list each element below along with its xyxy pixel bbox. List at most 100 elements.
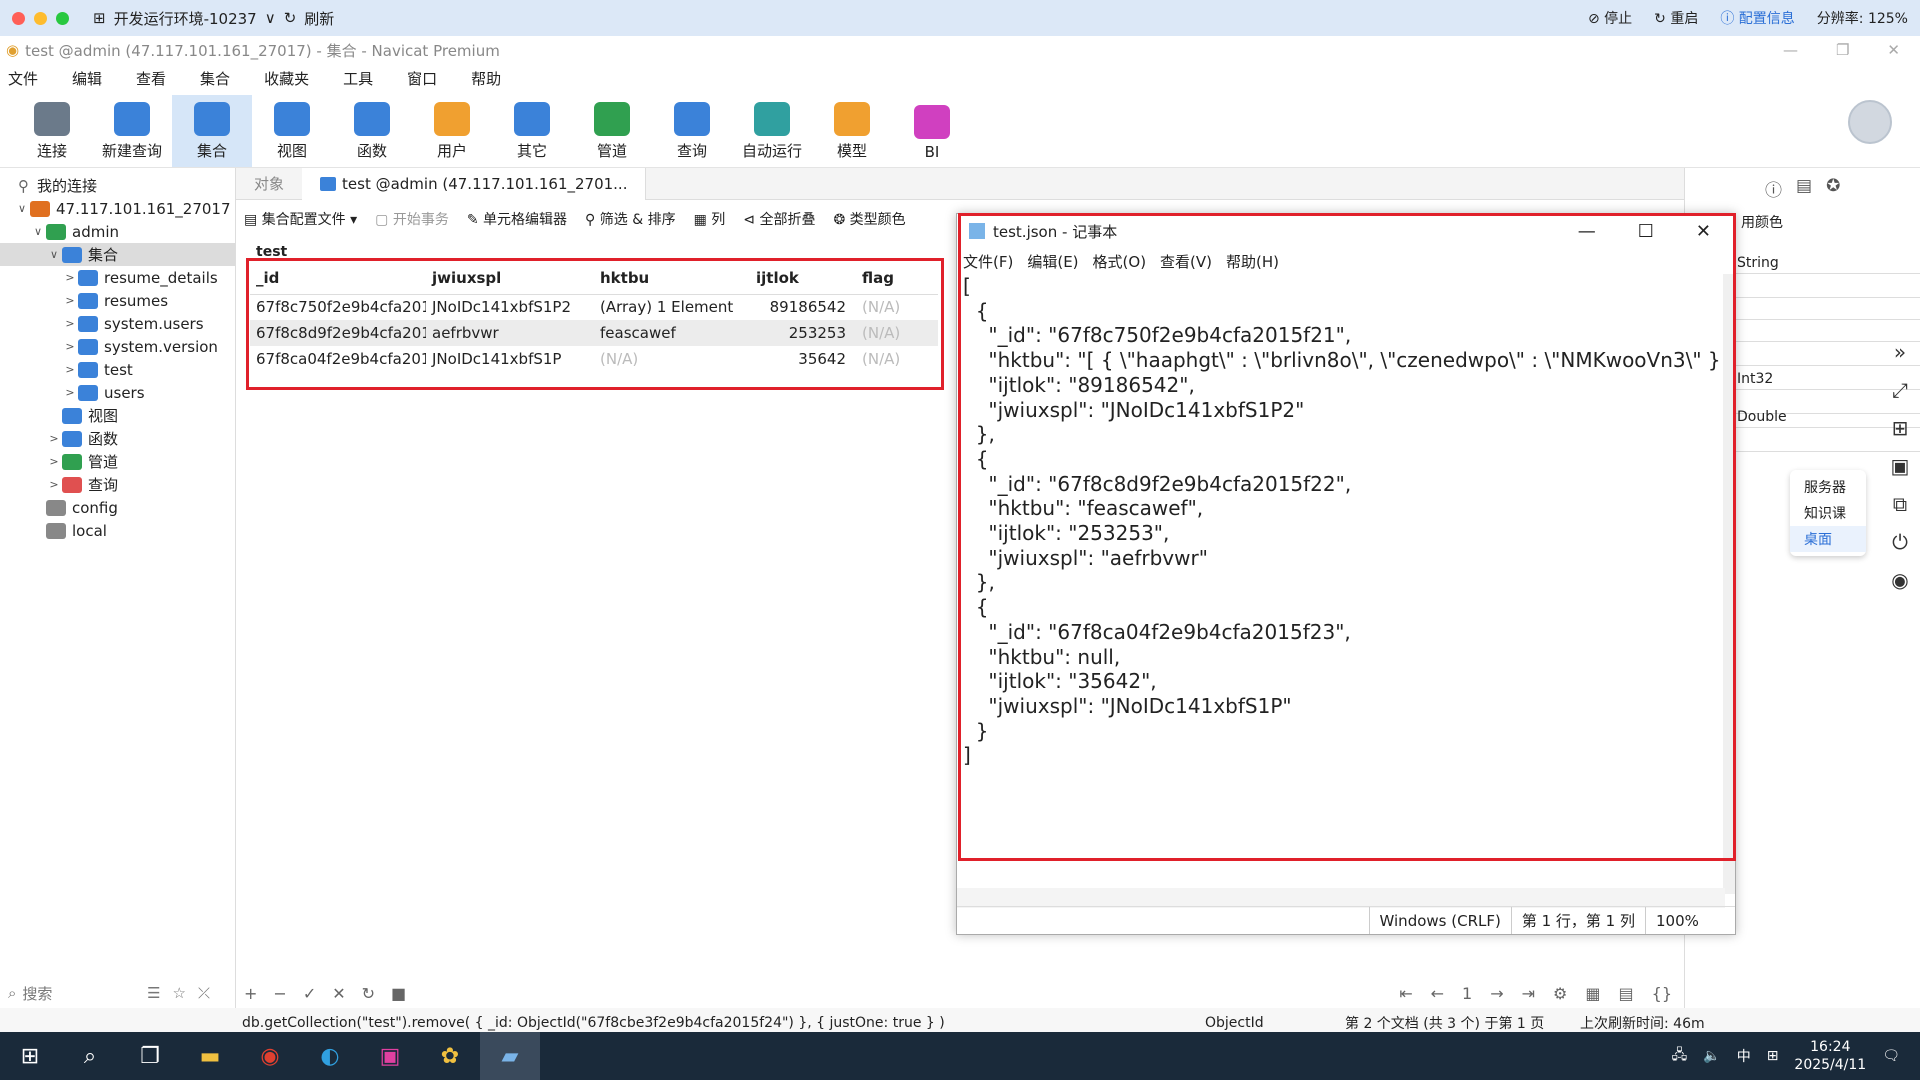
fullscreen-icon[interactable]: ⤢ — [1892, 378, 1908, 402]
maximize-dot-icon[interactable] — [56, 11, 69, 25]
toolbar-button[interactable]: 函数 — [332, 95, 412, 167]
settings-icon[interactable]: ⚙ — [1553, 984, 1567, 1003]
share-icon[interactable]: ✪ — [1826, 176, 1840, 201]
chevron-icon[interactable]: ∨ — [46, 248, 62, 261]
page-number[interactable]: 1 — [1462, 984, 1472, 1003]
user-avatar[interactable] — [1848, 100, 1892, 144]
next-page-icon[interactable]: → — [1490, 984, 1503, 1003]
refresh-icon[interactable]: ↻ — [284, 9, 297, 27]
collapse-icon[interactable]: ⤫ — [198, 984, 210, 1002]
config-info-button[interactable]: ⓘ 配置信息 — [1720, 8, 1794, 28]
tree-node[interactable]: ∨ 47.117.101.161_27017 — [0, 197, 235, 220]
minimize-icon[interactable]: — — [1783, 41, 1798, 59]
resolution-dropdown[interactable]: 分辨率: 125% — [1817, 8, 1908, 28]
env-selector[interactable]: ⊞ 开发运行环境-10237 ∨ ↻ 刷新 — [93, 8, 334, 29]
toolbar-button[interactable]: BI — [892, 95, 972, 167]
type-color-button[interactable]: ❂ 类型颜色 — [833, 209, 905, 229]
tab-objects[interactable]: 对象 — [236, 168, 302, 200]
ddl-icon[interactable]: ▤ — [1796, 176, 1812, 201]
file-explorer-icon[interactable]: ▬ — [180, 1032, 240, 1080]
tree-node[interactable]: > users — [0, 381, 235, 404]
tree-node[interactable]: > resumes — [0, 289, 235, 312]
tree-node[interactable]: > system.version — [0, 335, 235, 358]
edge-icon[interactable]: ◐ — [300, 1032, 360, 1080]
star-icon[interactable]: ☆ — [173, 984, 186, 1002]
navicat-icon[interactable]: ✿ — [420, 1032, 480, 1080]
toolbar-button[interactable]: 管道 — [572, 95, 652, 167]
toolbar-button[interactable]: 用户 — [412, 95, 492, 167]
notepad-taskbar-icon[interactable]: ▰ — [480, 1032, 540, 1080]
notepad-menu-item[interactable]: 文件(F) — [963, 251, 1013, 272]
remove-icon[interactable]: − — [273, 984, 286, 1003]
form-view-icon[interactable]: ▤ — [1619, 984, 1634, 1003]
tree-node[interactable]: config — [0, 496, 235, 519]
menu-item[interactable]: 帮助 — [471, 68, 501, 89]
menu-item[interactable]: 集合 — [200, 68, 230, 89]
tree-node[interactable]: > system.users — [0, 312, 235, 335]
collection-config-button[interactable]: ▤ 集合配置文件 ▾ — [244, 209, 357, 229]
eye-icon[interactable]: ◉ — [1891, 568, 1908, 592]
minimize-dot-icon[interactable] — [34, 11, 47, 25]
close-dot-icon[interactable] — [12, 11, 25, 25]
refresh-button[interactable]: 刷新 — [304, 8, 334, 29]
json-view-icon[interactable]: {} — [1652, 984, 1672, 1003]
toolbar-button[interactable]: 其它 — [492, 95, 572, 167]
begin-transaction-button[interactable]: ▢ 开始事务 — [375, 209, 449, 229]
notepad-menu-item[interactable]: 查看(V) — [1160, 251, 1212, 272]
notepad-menu-item[interactable]: 格式(O) — [1093, 251, 1147, 272]
toolbar-button[interactable]: 视图 — [252, 95, 332, 167]
expand-icon[interactable]: » — [1894, 340, 1906, 364]
menu-item-desktop[interactable]: 桌面 — [1790, 526, 1866, 552]
add-icon[interactable]: + — [244, 984, 257, 1003]
toolbar-button[interactable]: 新建查询 — [92, 95, 172, 167]
intellij-icon[interactable]: ▣ — [360, 1032, 420, 1080]
notepad-menu-item[interactable]: 帮助(H) — [1226, 251, 1279, 272]
toolbar-button[interactable]: 查询 — [652, 95, 732, 167]
volume-icon[interactable]: 🔈 — [1703, 1048, 1720, 1064]
tree-node[interactable]: local — [0, 519, 235, 542]
tree-node[interactable]: > test — [0, 358, 235, 381]
notification-icon[interactable]: 🗨 — [1882, 1048, 1900, 1064]
notepad-text-area[interactable]: [ { "_id": "67f8c750f2e9b4cfa2015f21", "… — [957, 274, 1725, 888]
chrome-icon[interactable]: ◉ — [240, 1032, 300, 1080]
tree-node[interactable]: > 查询 — [0, 473, 235, 496]
network-icon[interactable]: 🖧 — [1672, 1044, 1688, 1068]
tree-node[interactable]: ∨ 集合 — [0, 243, 235, 266]
tree-node[interactable]: > 管道 — [0, 450, 235, 473]
chevron-icon[interactable]: > — [46, 455, 62, 468]
chevron-icon[interactable]: > — [62, 271, 78, 284]
close-icon[interactable]: ✕ — [1887, 41, 1900, 59]
info-icon[interactable]: ⓘ — [1765, 176, 1782, 201]
collapse-all-button[interactable]: ⊲ 全部折叠 — [743, 209, 815, 229]
minimize-icon[interactable]: — — [1578, 221, 1596, 242]
chevron-icon[interactable]: > — [62, 363, 78, 376]
refresh-icon[interactable]: ↻ — [362, 984, 375, 1003]
grid-icon[interactable]: ⊞ — [1892, 416, 1909, 440]
prev-page-icon[interactable]: ← — [1431, 984, 1444, 1003]
filter-icon[interactable]: ☰ — [147, 984, 160, 1002]
clock[interactable]: 16:24 2025/4/11 — [1794, 1038, 1866, 1074]
tab-test-collection[interactable]: test @admin (47.117.101.161_2701... — [302, 167, 647, 200]
layout-icon[interactable]: ▣ — [1891, 454, 1910, 478]
last-page-icon[interactable]: ⇥ — [1522, 984, 1535, 1003]
restore-icon[interactable]: ❐ — [1836, 41, 1849, 59]
toolbar-button[interactable]: 自动运行 — [732, 95, 812, 167]
tree-node[interactable]: 视图 — [0, 404, 235, 427]
toolbar-button[interactable]: 集合 — [172, 95, 252, 167]
horizontal-scrollbar[interactable] — [957, 888, 1725, 908]
tree-node[interactable]: > resume_details — [0, 266, 235, 289]
stop-icon[interactable]: ■ — [391, 984, 406, 1003]
menu-item[interactable]: 工具 — [343, 68, 373, 89]
chevron-icon[interactable]: > — [62, 294, 78, 307]
search-icon[interactable]: ⌕ — [60, 1032, 120, 1080]
check-icon[interactable]: ✓ — [303, 984, 316, 1003]
filter-sort-button[interactable]: ⚲ 筛选 & 排序 — [585, 209, 676, 229]
start-icon[interactable]: ⊞ — [0, 1032, 60, 1080]
cell-editor-button[interactable]: ✎ 单元格编辑器 — [467, 209, 567, 229]
task-view-icon[interactable]: ❐ — [120, 1032, 180, 1080]
chevron-icon[interactable]: ∨ — [14, 202, 30, 215]
tree-node[interactable]: ∨ admin — [0, 220, 235, 243]
columns-button[interactable]: ▦ 列 — [694, 209, 726, 229]
ime-indicator[interactable]: 中 — [1737, 1046, 1751, 1066]
chevron-icon[interactable]: > — [46, 478, 62, 491]
